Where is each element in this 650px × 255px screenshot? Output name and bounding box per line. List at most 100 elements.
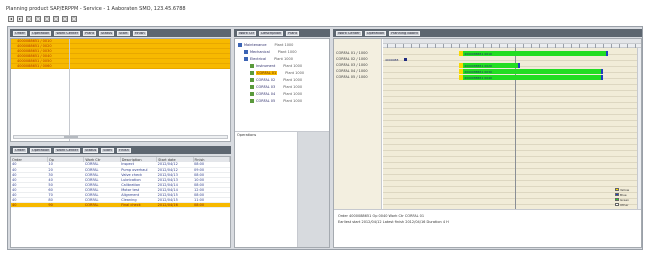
planning-board-header-2[interactable]: Planning Board (389, 30, 420, 36)
resource-row[interactable]: CORFAL 03 / 1000 (336, 63, 368, 68)
resource-row[interactable]: CORFAL 02 / 1000 (336, 57, 368, 62)
tree-item-label: CORFAL 05 (256, 98, 276, 103)
time-tick (507, 44, 508, 48)
vertical-scrollbar[interactable] (637, 48, 641, 209)
grid-line (383, 204, 641, 205)
planning-board-header: Work Center Operation Planning Board (333, 29, 642, 37)
order-list-header-5[interactable]: Start (117, 30, 130, 36)
work-center-tree-panel: Maintenance Plant 1000 Mechanical Plant 100… (234, 38, 330, 248)
time-tick (403, 44, 404, 48)
time-tick (499, 44, 500, 48)
operation-list-header-1[interactable]: Operation (29, 147, 52, 153)
legend-item: Other (615, 202, 637, 207)
operation-table: Order Op Work Ctr Description Start date Fini… (11, 157, 231, 208)
table-cell: 08:00 (193, 202, 230, 208)
time-tick (587, 44, 588, 48)
time-tick (475, 44, 476, 48)
time-tick (467, 44, 468, 48)
operation-list-header-3[interactable]: Status (83, 147, 99, 153)
operation-list-header-2[interactable]: Work Center (54, 147, 81, 153)
work-center-icon (250, 77, 254, 82)
table-cell: 2012/04/16 (156, 202, 194, 208)
legend-label: Yellow (620, 187, 630, 192)
operation-list-header-0[interactable]: Order (13, 147, 27, 153)
gantt-legend: Yellow Blue Green Other (615, 187, 637, 207)
time-tick (427, 44, 428, 48)
tree-item[interactable]: CORFAL 01 Plant 1000 (250, 70, 304, 75)
work-center-icon (250, 63, 254, 68)
grid-line (383, 198, 641, 199)
window-title: Planning product SAP/ERPPM - Service - 1… (6, 6, 186, 12)
operation-list-header-4[interactable]: Start (101, 147, 114, 153)
order-list-header-3[interactable]: Plant (83, 30, 96, 36)
tree-item-detail: Plant 1000 (274, 42, 294, 47)
order-list-header-0[interactable]: Order (13, 30, 27, 36)
operation-bar-end[interactable] (605, 51, 608, 56)
tree-item[interactable]: Mechanical Plant 1000 (244, 49, 297, 54)
table-row[interactable]: 40 90 CORFAL Final check 2012/04/16 08:00 (11, 202, 230, 208)
planning-board-header-1[interactable]: Operation (364, 30, 387, 36)
toolbar-button-7[interactable]: ◻ (71, 16, 77, 22)
work-center-icon (250, 98, 254, 103)
operation-bar-label: 4000088651 0040 (464, 75, 492, 80)
operation-bar-end[interactable] (517, 63, 520, 68)
operation-bar-end[interactable] (600, 75, 603, 80)
tree-item[interactable]: CORFAL 02 Plant 1000 (250, 77, 302, 82)
gantt-chart[interactable]: 4000088 4000088651 0010 4000088651 0020 400… (383, 39, 641, 209)
time-tick (571, 44, 572, 48)
operation-bar-end[interactable] (600, 69, 603, 74)
work-center-header-1[interactable]: Description (259, 30, 284, 36)
planning-board-app: Order Operation Work Center Plant Status Star… (7, 26, 643, 250)
resource-row[interactable]: CORFAL 04 / 1000 (336, 69, 368, 74)
table-cell: 90 (47, 202, 84, 208)
operation-list-header-5[interactable]: Finish (116, 147, 131, 153)
table-cell: 40 (11, 202, 48, 208)
grid-line (383, 150, 641, 151)
order-list-header-1[interactable]: Operation (29, 30, 52, 36)
tree-item[interactable]: CORFAL 05 Plant 1000 (250, 98, 302, 103)
planning-board-header-0[interactable]: Work Center (336, 30, 362, 36)
legend-swatch (615, 198, 619, 201)
tree-item[interactable]: CORFAL 03 Plant 1000 (250, 84, 302, 89)
toolbar-button-6[interactable]: ◻ (62, 16, 68, 22)
work-center-header-0[interactable]: Work Ctr (237, 30, 257, 36)
resource-list: CORFAL 01 / 1000 CORFAL 02 / 1000 CORFAL 0… (334, 39, 382, 209)
work-center-header-2[interactable]: Plant (286, 30, 299, 36)
resource-row[interactable]: CORFAL 01 / 1000 (336, 51, 368, 56)
scrollbar-thumb[interactable] (64, 136, 78, 138)
legend-swatch (615, 203, 619, 206)
order-row[interactable]: 4000088651 / 0060 (11, 64, 230, 69)
resource-row[interactable]: CORFAL 05 / 1000 (336, 75, 368, 80)
horizontal-scrollbar[interactable] (13, 135, 228, 139)
toolbar-button-5[interactable]: ◻ (53, 16, 59, 22)
grid-line (383, 156, 641, 157)
toolbar-button-4[interactable]: ◻ (44, 16, 50, 22)
tree-item[interactable]: Instrument Plant 1000 (250, 63, 302, 68)
tree-item-detail: Plant 1000 (283, 91, 303, 96)
legend-swatch (615, 193, 619, 196)
order-list-header-6[interactable]: Finish (132, 30, 147, 36)
grid-line (383, 120, 641, 121)
grid-line (383, 180, 641, 181)
toolbar-button-3[interactable]: ◻ (35, 16, 41, 22)
time-tick (483, 44, 484, 48)
tree-item-label: Mechanical (250, 49, 270, 54)
time-tick (491, 44, 492, 48)
tree-item[interactable]: Electrical Plant 1000 (244, 56, 293, 61)
tree-item-label: CORFAL 01 (256, 70, 278, 75)
time-tick (595, 44, 596, 48)
tree-item[interactable]: CORFAL 04 Plant 1000 (250, 91, 302, 96)
time-tick (435, 44, 436, 48)
toolbar-button-0[interactable]: ◂ (8, 16, 14, 22)
time-tick (547, 44, 548, 48)
table-cell: CORFAL (83, 202, 121, 208)
toolbar-button-2[interactable]: ◻ (26, 16, 32, 22)
order-list-header-2[interactable]: Work Center (54, 30, 81, 36)
empty-area (298, 132, 329, 247)
order-list-header-4[interactable]: Status (98, 30, 115, 36)
tree-item[interactable]: Maintenance Plant 1000 (238, 42, 293, 47)
work-center-icon (250, 84, 254, 89)
toolbar-button-1[interactable]: ▸ (17, 16, 23, 22)
marker-icon (404, 58, 407, 61)
work-center-icon (250, 70, 254, 75)
